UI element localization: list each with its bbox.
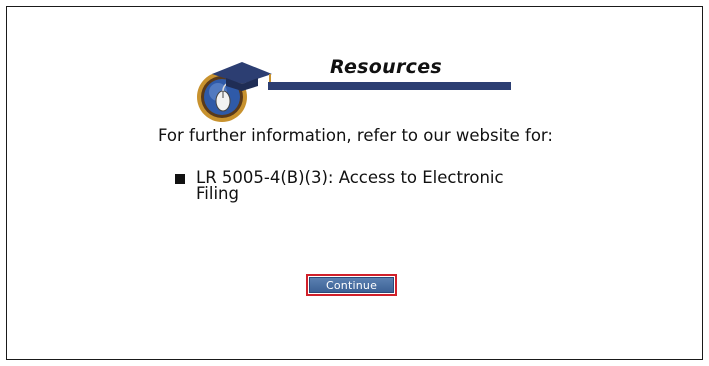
resource-link[interactable]: LR 5005-4(B)(3): Access to Electronic Fi… xyxy=(196,169,516,202)
resource-list: LR 5005-4(B)(3): Access to Electronic Fi… xyxy=(175,169,516,202)
page-title: Resources xyxy=(330,56,442,78)
square-bullet-icon xyxy=(175,174,185,184)
continue-button[interactable]: Continue xyxy=(306,274,397,296)
intro-text: For further information, refer to our we… xyxy=(158,126,553,145)
continue-button-label: Continue xyxy=(309,277,394,293)
list-item: LR 5005-4(B)(3): Access to Electronic Fi… xyxy=(175,169,516,202)
graduation-cap-mouse-icon xyxy=(190,52,280,124)
title-accent-bar xyxy=(268,82,511,90)
